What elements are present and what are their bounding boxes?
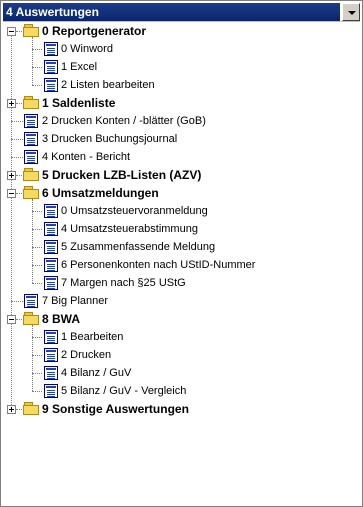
document-icon: [44, 258, 58, 272]
document-icon: [44, 348, 58, 362]
tree-item-4-umsatzsteuerabstimmung[interactable]: 4 Umsatzsteuerabstimmung: [61, 220, 198, 238]
folder-icon: [23, 24, 40, 37]
tree-connector: [32, 37, 34, 85]
tree-connector: [32, 337, 42, 339]
folder-icon: [23, 402, 40, 415]
tree-connector: [32, 325, 34, 391]
tree-connector: [11, 31, 13, 409]
document-icon: [44, 276, 58, 290]
tree-connector: [11, 139, 23, 141]
document-icon: [44, 330, 58, 344]
tree-connector: [32, 265, 42, 267]
tree-item-3-drucken-buchungsjournal[interactable]: 3 Drucken Buchungsjournal: [42, 130, 177, 148]
category-combobox[interactable]: 4 Auswertungen: [3, 3, 360, 21]
document-icon: [44, 240, 58, 254]
tree-item-0-umsatzsteuervoranmeldung[interactable]: 0 Umsatzsteuervoranmeldung: [61, 202, 208, 220]
tree-item-6-personenkonten-nach-ustid-nummer[interactable]: 6 Personenkonten nach UStID-Nummer: [61, 256, 255, 274]
tree-item-0-winword[interactable]: 0 Winword: [61, 40, 113, 58]
expand-icon[interactable]: [7, 405, 16, 414]
document-icon: [44, 366, 58, 380]
tree-connector: [16, 103, 22, 105]
document-icon: [44, 60, 58, 74]
tree-connector: [32, 373, 42, 375]
tree-connector: [32, 67, 42, 69]
tree-connector: [32, 49, 42, 51]
tree-connector: [16, 175, 22, 177]
document-icon: [24, 132, 38, 146]
collapse-icon[interactable]: [7, 27, 16, 36]
tree-item-6-umsatzmeldungen[interactable]: 6 Umsatzmeldungen: [42, 184, 159, 202]
tree-item-8-bwa[interactable]: 8 BWA: [42, 310, 80, 328]
folder-icon: [23, 96, 40, 109]
tree-connector: [32, 355, 42, 357]
tree-item-2-listen-bearbeiten[interactable]: 2 Listen bearbeiten: [61, 76, 155, 94]
tree-connector: [11, 157, 23, 159]
tree-connector: [16, 31, 22, 33]
document-icon: [24, 114, 38, 128]
tree-item-2-drucken[interactable]: 2 Drucken: [61, 346, 111, 364]
document-icon: [44, 222, 58, 236]
collapse-icon[interactable]: [7, 315, 16, 324]
tree-item-1-bearbeiten[interactable]: 1 Bearbeiten: [61, 328, 123, 346]
tree-connector: [32, 283, 42, 285]
tree-connector: [32, 229, 42, 231]
tree-item-1-excel[interactable]: 1 Excel: [61, 58, 97, 76]
collapse-icon[interactable]: [7, 189, 16, 198]
expand-icon[interactable]: [7, 99, 16, 108]
tree-connector: [16, 409, 22, 411]
tree-item-0-reportgenerator[interactable]: 0 Reportgenerator: [42, 22, 146, 40]
report-tree: 0 Reportgenerator 0 Winword 1 Excel 2 Liste…: [3, 21, 360, 505]
folder-icon: [23, 168, 40, 181]
folder-icon: [23, 186, 40, 199]
document-icon: [44, 384, 58, 398]
tree-item-2-drucken-konten-bl-tter-gob[interactable]: 2 Drucken Konten / -blätter (GoB): [42, 112, 206, 130]
combobox-text: 4 Auswertungen: [6, 5, 99, 19]
tree-panel: 4 Auswertungen 0 Reportgenerator 0 Winwor…: [0, 0, 363, 507]
document-icon: [44, 204, 58, 218]
document-icon: [44, 42, 58, 56]
tree-item-5-drucken-lzb-listen-azv[interactable]: 5 Drucken LZB-Listen (AZV): [42, 166, 201, 184]
document-icon: [24, 150, 38, 164]
document-icon: [44, 78, 58, 92]
tree-connector: [32, 391, 42, 393]
expand-icon[interactable]: [7, 171, 16, 180]
folder-icon: [23, 312, 40, 325]
tree-item-9-sonstige-auswertungen[interactable]: 9 Sonstige Auswertungen: [42, 400, 189, 418]
tree-item-1-saldenliste[interactable]: 1 Saldenliste: [42, 94, 115, 112]
tree-item-7-big-planner[interactable]: 7 Big Planner: [42, 292, 108, 310]
combobox-selection[interactable]: 4 Auswertungen: [3, 3, 340, 21]
tree-connector: [11, 121, 23, 123]
tree-connector: [16, 193, 22, 195]
document-icon: [24, 294, 38, 308]
dropdown-arrow-icon[interactable]: [342, 3, 360, 21]
tree-connector: [32, 211, 42, 213]
tree-item-4-konten-bericht[interactable]: 4 Konten - Bericht: [42, 148, 130, 166]
tree-connector: [32, 247, 42, 249]
tree-connector: [11, 301, 23, 303]
tree-item-5-zusammenfassende-meldung[interactable]: 5 Zusammenfassende Meldung: [61, 238, 215, 256]
tree-item-7-margen-nach-25-ustg[interactable]: 7 Margen nach §25 UStG: [61, 274, 186, 292]
tree-connector: [16, 319, 22, 321]
tree-item-5-bilanz-guv-vergleich[interactable]: 5 Bilanz / GuV - Vergleich: [61, 382, 186, 400]
tree-item-4-bilanz-guv[interactable]: 4 Bilanz / GuV: [61, 364, 131, 382]
tree-connector: [32, 85, 42, 87]
